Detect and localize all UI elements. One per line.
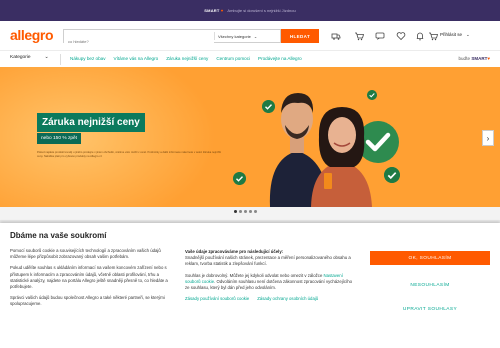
cookie-paragraph: Správci vašich údajů budou společnost Al… xyxy=(10,295,165,307)
purposes-text: Snadnější používání našich stránek, prez… xyxy=(185,255,351,267)
hero-subtitle: nebo 150 % zpět xyxy=(37,133,82,144)
hero-glow xyxy=(0,67,240,207)
chevron-right-icon: › xyxy=(486,133,490,143)
cart-history-icon[interactable] xyxy=(354,31,364,41)
cart-icon[interactable] xyxy=(428,31,438,41)
nav-link[interactable]: Vítáme vás na Allegro xyxy=(114,56,159,61)
bell-icon[interactable] xyxy=(415,31,425,41)
chat-icon[interactable] xyxy=(375,31,385,41)
smart-link[interactable]: buďte SMART♥ xyxy=(459,56,490,61)
category-select[interactable]: Všechny kategorie ⌄ xyxy=(218,30,282,42)
nav-link[interactable]: Centrum pomoci xyxy=(216,56,250,61)
heart-icon: ♥ xyxy=(487,56,490,61)
carousel-dot[interactable] xyxy=(254,210,257,213)
chevron-down-icon: ⌄ xyxy=(44,55,49,60)
content-strip xyxy=(0,207,500,220)
nav-link[interactable]: Prodávejte na Allegro xyxy=(258,56,302,61)
nav-link[interactable]: Záruka nejnižší ceny xyxy=(166,56,208,61)
purposes-heading: Vaše údaje zpracováváme pro následující … xyxy=(185,249,284,254)
consent-text: Souhlas je dobrovolný. Můžete jej kdykol… xyxy=(185,272,352,291)
search-divider xyxy=(214,32,215,40)
top-promo-bar[interactable]: SMART ♥ Ambujte si dorušení s nejnižší J… xyxy=(0,0,500,21)
smart-prefix: buďte xyxy=(458,56,471,61)
smart-logo: SMART ♥ xyxy=(204,8,224,13)
cookie-purposes-column: Vaše údaje zpracováváme pro následující … xyxy=(185,249,355,302)
decline-cookies-button[interactable]: NESOUHLASÍM xyxy=(370,279,490,291)
nav-divider xyxy=(60,54,61,65)
nav-bar: Kategorie ⌄ Nákupy bez obav Vítáme vás na… xyxy=(0,50,500,67)
cookie-info-column: Pomocí souborů cookie a souvisejících te… xyxy=(10,248,175,313)
search-input[interactable] xyxy=(64,35,214,48)
category-select-label: Všechny kategorie xyxy=(218,33,251,39)
carousel-dots xyxy=(234,210,257,213)
smart-word: SMART xyxy=(471,56,488,61)
heart-icon[interactable] xyxy=(396,31,406,41)
search-button[interactable]: HLEDAT xyxy=(281,29,319,43)
cookie-paragraph: Pomocí souborů cookie a souvisejících te… xyxy=(10,248,161,260)
cookie-title: Dbáme na vaše soukromí xyxy=(10,231,107,240)
check-badge-icon xyxy=(233,172,246,185)
woman-photo xyxy=(311,107,372,207)
chevron-down-icon: ⌄ xyxy=(253,33,258,39)
cookie-paragraph: Pokud udělíte souhlas s ukládáním inform… xyxy=(10,265,168,290)
promo-message: Ambujte si dorušení s nejnižší Jízdnou xyxy=(227,8,296,13)
nav-links: Nákupy bez obav Vítáme vás na Allegro Zá… xyxy=(70,56,302,61)
hero-title: Záruka nejnižší ceny xyxy=(37,113,145,132)
allegro-logo[interactable]: allegro xyxy=(10,27,54,43)
search-box: Všechny kategorie ⌄ xyxy=(63,29,282,48)
cookie-rules-link[interactable]: Zásady používání souborů cookie xyxy=(185,296,249,302)
chevron-down-icon: ⌄ xyxy=(466,32,470,37)
login-dropdown[interactable]: Přihlásit se ⌄ xyxy=(440,32,470,38)
carousel-dot[interactable] xyxy=(239,210,242,213)
nav-link[interactable]: Nákupy bez obav xyxy=(70,56,106,61)
carousel-dot[interactable] xyxy=(249,210,252,213)
categories-label: Kategorie xyxy=(10,55,31,60)
login-label: Přihlásit se xyxy=(440,32,463,37)
cookie-consent-panel: Dbáme na vaše soukromí Pomocí souborů co… xyxy=(0,223,500,348)
check-badge-icon xyxy=(384,167,400,183)
policy-links: Zásady používání souborů cookie Zásady o… xyxy=(185,296,355,302)
carousel-dot[interactable] xyxy=(244,210,247,213)
site-header: allegro Všechny kategorie ⌄ HLEDAT Přihl… xyxy=(0,21,500,50)
hero-fine-print: Pokud najdete produkt levněji u jiného p… xyxy=(37,151,222,158)
carousel-dot[interactable] xyxy=(234,210,237,213)
privacy-policy-link[interactable]: Zásady ochrany osobních údajů xyxy=(257,296,318,302)
carousel-next-button[interactable]: › xyxy=(482,130,494,146)
hero-banner[interactable]: Záruka nejnižší ceny nebo 150 % zpět Pok… xyxy=(0,67,500,207)
categories-dropdown[interactable]: Kategorie ⌄ xyxy=(10,55,49,60)
delivery-icon[interactable] xyxy=(331,31,341,41)
customize-cookies-button[interactable]: UPRAVIT SOUHLASY xyxy=(370,303,490,315)
accept-cookies-button[interactable]: OK, SOUHLASÍM xyxy=(370,251,490,265)
